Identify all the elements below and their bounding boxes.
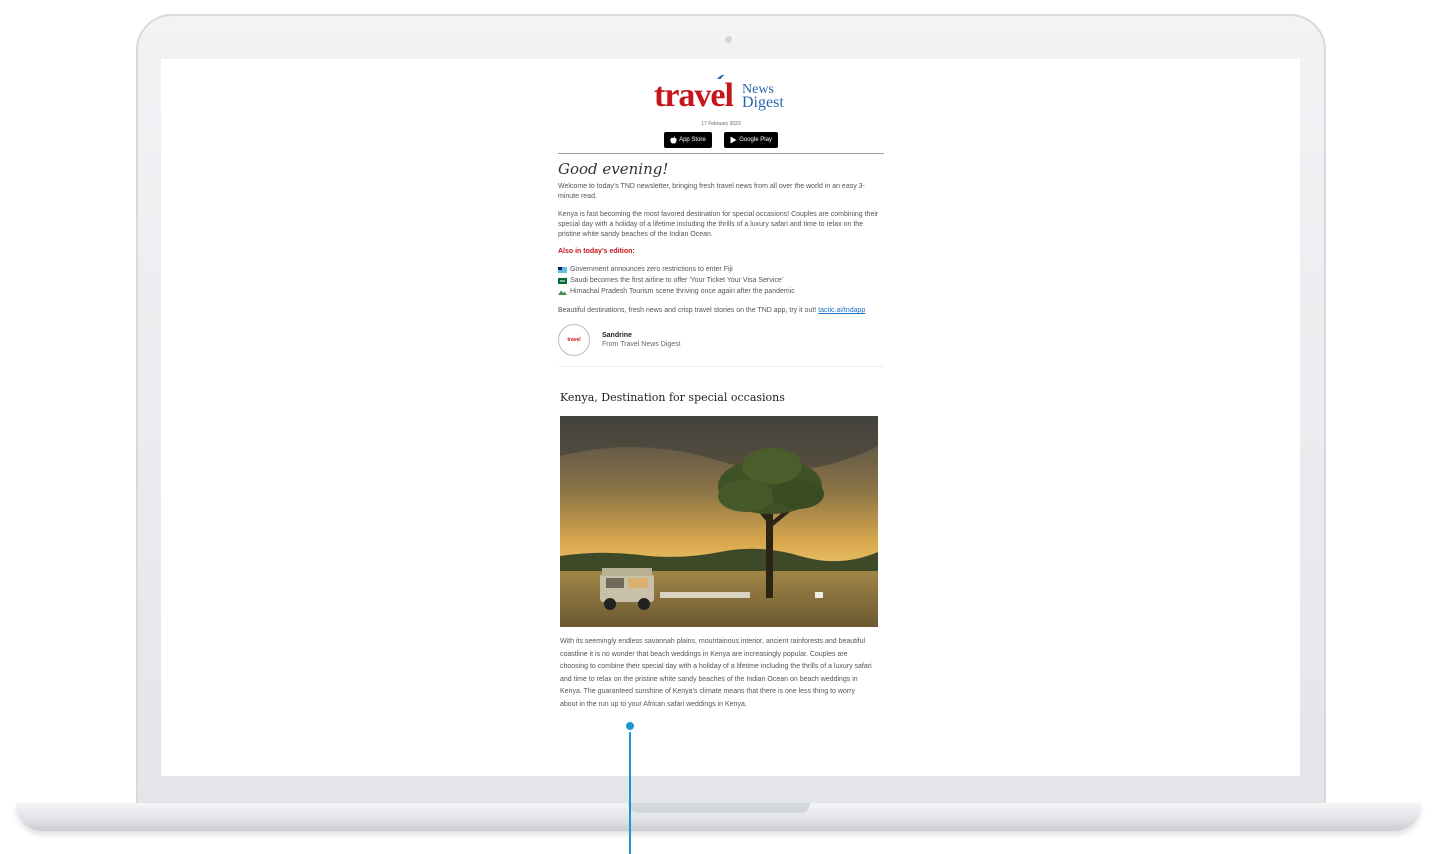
app-store-buttons: App Store Google Play [558,132,884,148]
greeting: Good evening! [558,160,669,178]
fiji-flag-icon [558,266,567,273]
callout-pointer-line [629,726,631,854]
callout-pointer-dot [624,720,636,732]
signoff-name: Sandrine [602,332,632,339]
also-in-edition-heading: Also in today's edition: [558,248,635,255]
article-title[interactable]: Kenya, Destination for special occasions [560,391,884,404]
list-item[interactable]: Himachal Pradesh Tourism scene thriving … [558,286,884,297]
mountain-icon [558,290,567,295]
logo-word: travel [654,77,734,114]
avatar: travel [558,324,590,356]
article-body: With its seemingly endless savannah plai… [560,638,872,708]
kenya-safari-image[interactable] [560,416,878,627]
newsletter-date: 17 February 2023 [701,121,741,127]
app-store-button[interactable]: App Store [664,132,712,148]
list-item[interactable]: Government announces zero restrictions t… [558,264,884,275]
bird-icon [717,74,725,79]
header-divider [558,153,884,154]
intro-paragraph: Welcome to today's TND newsletter, bring… [558,183,865,200]
list-item[interactable]: Saudi becomes the first airline to offer… [558,275,884,286]
newsletter-email: travel News Digest 17 February 2023 App … [558,73,884,711]
app-link[interactable]: tactic.ai/tndapp [818,307,865,314]
saudi-flag-icon [558,277,567,284]
google-play-button[interactable]: Google Play [724,132,778,148]
lead-paragraph: Kenya is fast becoming the most favored … [558,211,879,238]
section-divider [558,366,884,367]
apple-icon [670,136,677,144]
signoff-from: From Travel News Digest [602,341,681,348]
google-play-icon [730,136,737,144]
edition-list: Government announces zero restrictions t… [558,264,884,297]
signoff-text: Sandrine From Travel News Digest [602,332,681,348]
travel-news-digest-logo[interactable]: travel News Digest [558,73,884,119]
laptop-base-notch [628,803,810,813]
laptop-screen: travel News Digest 17 February 2023 App … [161,59,1300,776]
logo-digest: Digest [742,94,784,111]
webcam [725,36,732,43]
signoff: travel Sandrine From Travel News Digest [558,324,884,356]
app-promo-paragraph: Beautiful destinations, fresh news and c… [558,307,866,314]
